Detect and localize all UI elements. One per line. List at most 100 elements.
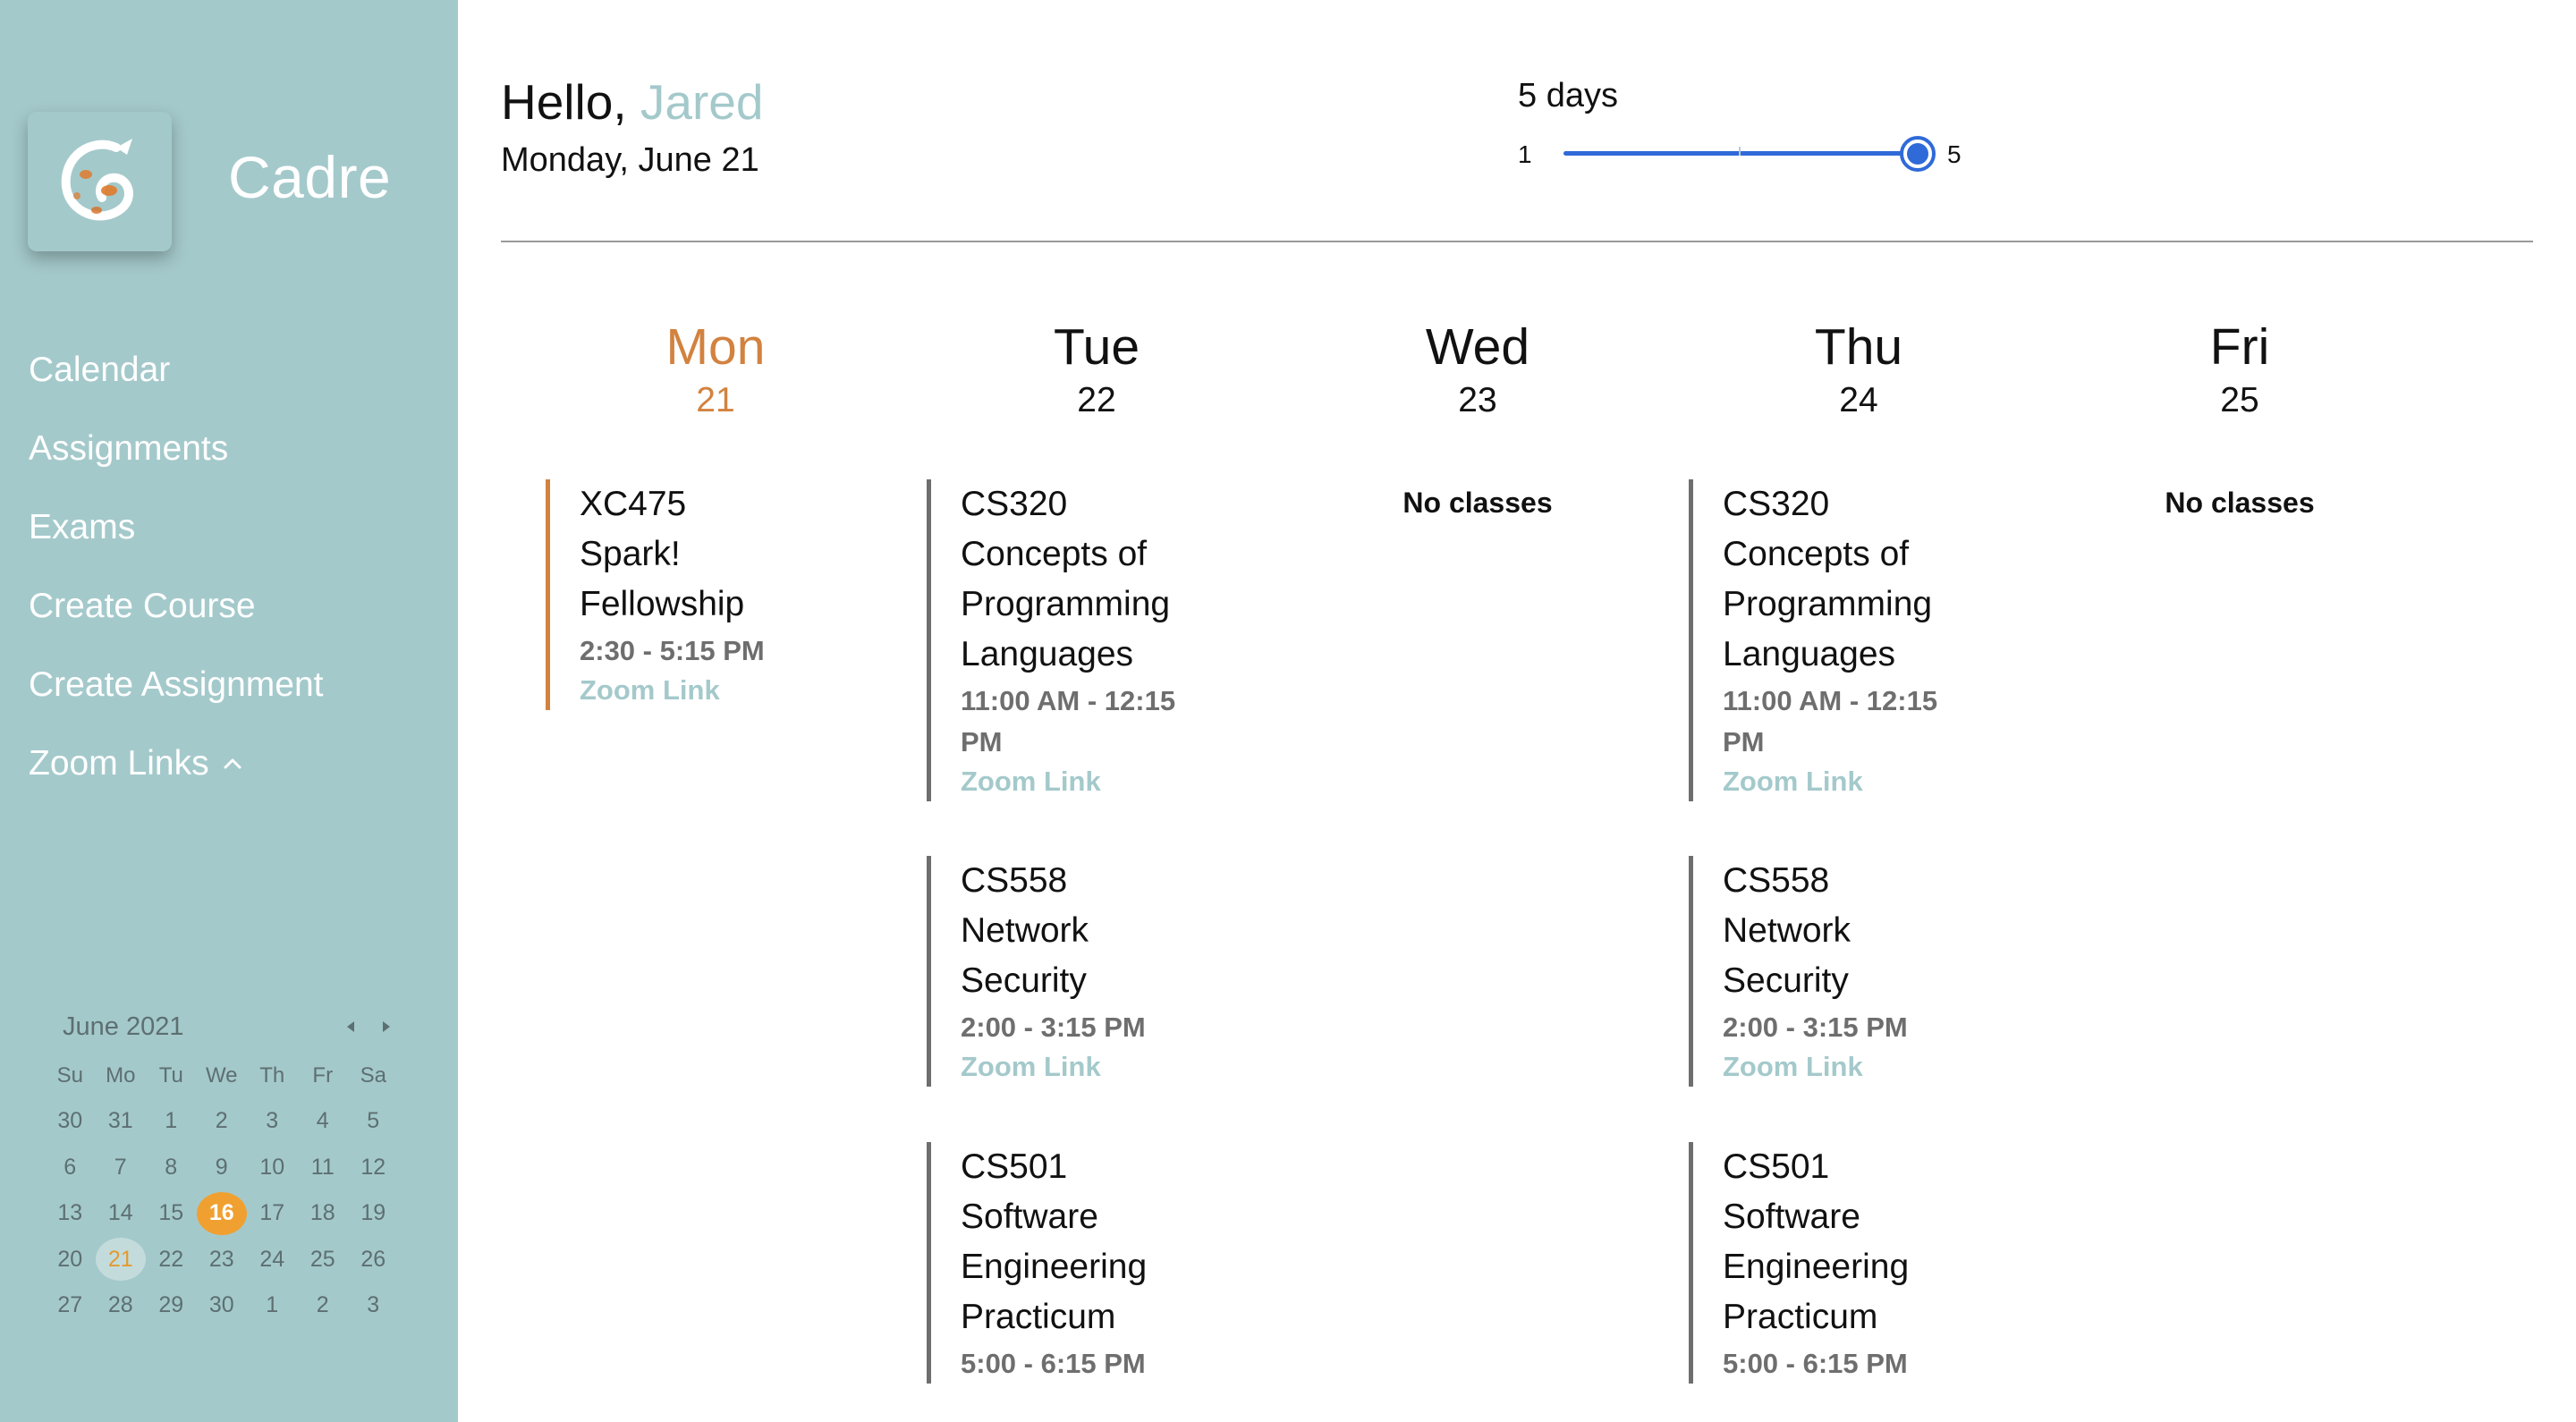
mini-calendar-day-number: 16: [196, 1191, 247, 1235]
next-month-icon[interactable]: [377, 1018, 395, 1036]
day-header[interactable]: Tue 22: [927, 313, 1267, 420]
day-header[interactable]: Fri 25: [2070, 313, 2410, 420]
event-title: Security: [1723, 961, 1849, 1000]
class-event-card[interactable]: XC475 Spark! Fellowship 2:30 - 5:15 PM Zoom …: [546, 479, 886, 710]
class-event-card[interactable]: CS558 Network Security 2:00 - 3:15 PM Zoom L…: [1689, 856, 2029, 1087]
day-column-wed: Wed 23 No classes: [1308, 313, 1648, 519]
zoom-link[interactable]: Zoom Link: [1723, 762, 2029, 801]
mini-calendar-weekday: Fr: [312, 1063, 334, 1088]
nav-zoom-links[interactable]: Zoom Links: [29, 724, 324, 803]
mini-calendar-day-number: 11: [310, 1154, 335, 1180]
mini-calendar-day[interactable]: 17: [247, 1190, 298, 1237]
mini-calendar-day-number: 12: [360, 1154, 386, 1180]
mini-calendar-weekday: We: [205, 1063, 238, 1088]
mini-calendar-day[interactable]: 24: [247, 1237, 298, 1283]
mini-calendar-day-number: 14: [107, 1200, 133, 1226]
mini-calendar-day[interactable]: 1: [247, 1282, 298, 1329]
event-time: 5:00 - 6:15 PM: [961, 1348, 1146, 1379]
nav-calendar[interactable]: Calendar: [29, 331, 324, 410]
event-title: Languages: [961, 635, 1134, 673]
mini-calendar-day[interactable]: 2: [197, 1098, 248, 1145]
event-title: XC475: [580, 485, 687, 523]
prev-month-icon[interactable]: [342, 1018, 360, 1036]
class-event-card[interactable]: CS320 Concepts of Programming Languages 11:0…: [927, 479, 1267, 801]
mini-calendar-day[interactable]: 27: [45, 1282, 96, 1329]
mini-calendar-day[interactable]: 5: [348, 1098, 399, 1145]
day-header[interactable]: Wed 23: [1308, 313, 1648, 420]
mini-calendar-day[interactable]: 29: [146, 1282, 197, 1329]
mini-calendar-day-number: 6: [64, 1154, 77, 1180]
mini-calendar-day[interactable]: 13: [45, 1190, 96, 1237]
app-logo[interactable]: [28, 112, 172, 251]
mini-calendar-day-number: 18: [309, 1200, 335, 1226]
mini-calendar-day[interactable]: 6: [45, 1145, 96, 1191]
zoom-link[interactable]: Zoom Link: [580, 671, 886, 710]
class-event-card[interactable]: CS501 Software Engineering Practicum 5:00 - …: [1689, 1142, 2029, 1384]
day-number: 22: [1077, 381, 1116, 419]
mini-calendar-day-number: 27: [57, 1292, 83, 1318]
day-column-thu: Thu 24 CS320 Concepts of Programming Language…: [1689, 313, 2029, 1384]
mini-calendar-day[interactable]: 26: [348, 1237, 399, 1283]
mini-calendar-day[interactable]: 23: [197, 1237, 248, 1283]
mini-calendar-day[interactable]: 11: [298, 1145, 349, 1191]
nav-create-assignment[interactable]: Create Assignment: [29, 646, 324, 724]
mini-calendar-day[interactable]: 22: [146, 1237, 197, 1283]
class-event-card[interactable]: CS320 Concepts of Programming Languages 11:0…: [1689, 479, 2029, 801]
day-number: 24: [1839, 381, 1878, 419]
mini-calendar-day[interactable]: 3: [247, 1098, 298, 1145]
mini-calendar-day-number: 20: [57, 1246, 83, 1272]
event-time: PM: [961, 726, 1003, 758]
mini-calendar-day[interactable]: 12: [348, 1145, 399, 1191]
mini-calendar-day-number: 17: [259, 1200, 285, 1226]
nav-label: Create Course: [29, 587, 256, 625]
mini-calendar-day[interactable]: 19: [348, 1190, 399, 1237]
mini-calendar-day-number: 19: [360, 1200, 386, 1226]
day-header[interactable]: Mon 21: [546, 313, 886, 420]
mini-calendar-day[interactable]: 25: [298, 1237, 349, 1283]
mini-calendar-day[interactable]: 9: [197, 1145, 248, 1191]
mini-calendar-day[interactable]: 1: [146, 1098, 197, 1145]
zoom-link[interactable]: Zoom Link: [961, 762, 1267, 801]
mini-calendar-day[interactable]: 18: [298, 1190, 349, 1237]
event-title: CS558: [1723, 861, 1830, 900]
event-title: Programming: [1723, 585, 1933, 623]
mini-calendar-day[interactable]: 20: [45, 1237, 96, 1283]
day-name: Wed: [1425, 318, 1530, 376]
event-title: Fellowship: [580, 585, 745, 623]
event-title: Software: [1723, 1198, 1860, 1236]
nav-create-course[interactable]: Create Course: [29, 567, 324, 646]
mini-calendar-day[interactable]: 7: [96, 1145, 147, 1191]
days-slider-thumb[interactable]: [1900, 136, 1936, 172]
mini-calendar-day[interactable]: 30: [45, 1098, 96, 1145]
mini-calendar-day[interactable]: 15: [146, 1190, 197, 1237]
zoom-link[interactable]: Zoom Link: [1723, 1047, 2029, 1087]
mini-calendar-day-number: 26: [360, 1246, 386, 1272]
nav-assignments[interactable]: Assignments: [29, 410, 324, 488]
no-classes-label: No classes: [1402, 487, 1553, 519]
mini-calendar-day[interactable]: 31: [96, 1098, 147, 1145]
zoom-link[interactable]: Zoom Link: [961, 1047, 1267, 1087]
mini-calendar-day[interactable]: 28: [96, 1282, 147, 1329]
mini-calendar-day[interactable]: 30: [197, 1282, 248, 1329]
mini-calendar-day[interactable]: 2: [298, 1282, 349, 1329]
mini-calendar-day[interactable]: 3: [348, 1282, 399, 1329]
event-time: 11:00 AM - 12:15: [1723, 685, 1938, 716]
days-slider-max: 5: [1947, 140, 1962, 168]
event-time: 2:30 - 5:15 PM: [580, 635, 765, 666]
mini-calendar-day[interactable]: 21: [95, 1237, 147, 1283]
class-event-card[interactable]: CS501 Software Engineering Practicum 5:00 - …: [927, 1142, 1267, 1384]
days-slider-track[interactable]: [1563, 151, 1918, 156]
mini-calendar-day[interactable]: 10: [247, 1145, 298, 1191]
mini-calendar-day[interactable]: 8: [146, 1145, 197, 1191]
nav-exams[interactable]: Exams: [29, 488, 324, 567]
days-slider-tick: [1739, 147, 1741, 156]
event-title: Concepts of: [1723, 535, 1910, 573]
mini-calendar-day[interactable]: 4: [298, 1098, 349, 1145]
chevron-up-icon: [222, 757, 243, 771]
day-number: 25: [2220, 381, 2259, 419]
mini-calendar-day-number: 2: [215, 1108, 228, 1134]
mini-calendar-day[interactable]: 14: [96, 1190, 147, 1237]
day-header[interactable]: Thu 24: [1689, 313, 2029, 420]
mini-calendar-day[interactable]: 16: [196, 1190, 248, 1237]
class-event-card[interactable]: CS558 Network Security 2:00 - 3:15 PM Zoom L…: [927, 856, 1267, 1087]
